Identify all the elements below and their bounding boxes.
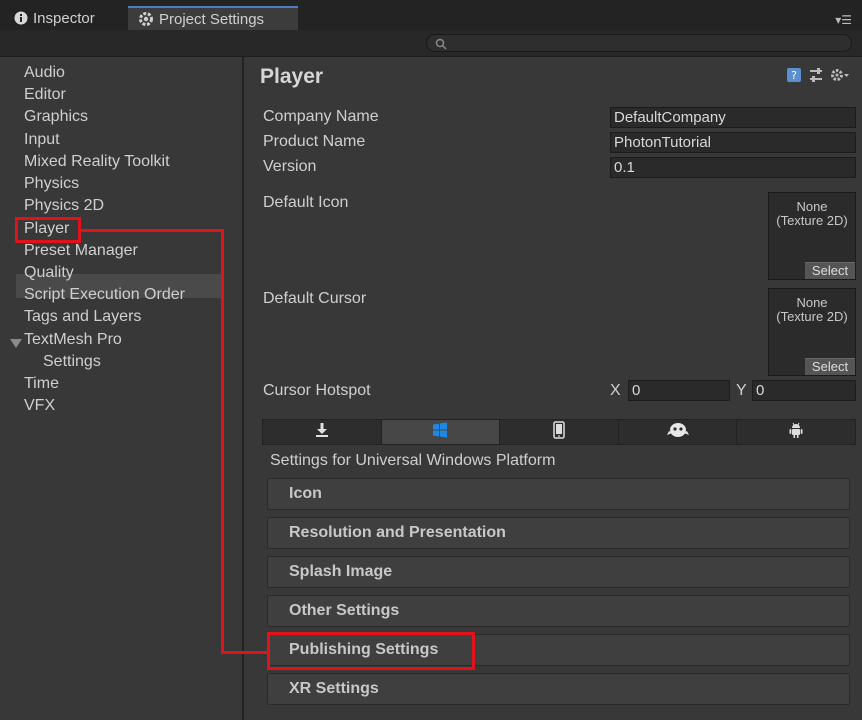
sidebar-item-time[interactable]: Time	[24, 375, 59, 393]
sidebar-item-quality[interactable]: Quality	[24, 264, 74, 282]
search-bar	[0, 30, 862, 57]
gear-icon	[138, 11, 154, 27]
version-label: Version	[263, 158, 317, 175]
help-book-icon[interactable]: ?	[786, 67, 802, 88]
sidebar-item-tags-and-layers[interactable]: Tags and Layers	[24, 308, 141, 326]
hotspot-y-label: Y	[736, 382, 747, 399]
product-name-label: Product Name	[263, 133, 366, 150]
annotation-line-vertical	[221, 229, 224, 654]
tab-project-settings[interactable]: Project Settings	[128, 6, 298, 30]
expand-triangle-icon[interactable]	[10, 339, 22, 348]
section-icon-label: Icon	[289, 485, 322, 502]
player-highlight-box	[15, 217, 81, 243]
platform-tab-webgl[interactable]	[618, 420, 738, 444]
webgl-icon	[666, 422, 689, 443]
section-xr-settings[interactable]: XR Settings	[267, 673, 850, 705]
platform-tab-uwp[interactable]	[381, 420, 501, 444]
annotation-line-horizontal-top	[81, 229, 224, 232]
default-icon-none-text: None	[796, 199, 828, 214]
section-resolution-and-presentation[interactable]: Resolution and Presentation	[267, 517, 850, 549]
page-title: Player	[260, 65, 324, 88]
default-cursor-type-text: (Texture 2D)	[776, 309, 848, 324]
section-other-label: Other Settings	[289, 602, 400, 619]
section-other-settings[interactable]: Other Settings	[267, 595, 850, 627]
settings-gear-icon[interactable]	[830, 67, 850, 88]
info-icon	[14, 11, 28, 25]
search-input[interactable]	[426, 34, 852, 52]
platform-tab-android[interactable]	[737, 420, 855, 444]
default-icon-slot[interactable]: None (Texture 2D) Select	[768, 192, 856, 280]
header-icons: ?	[786, 67, 850, 88]
default-icon-label: Default Icon	[263, 194, 349, 211]
section-icon[interactable]: Icon	[267, 478, 850, 510]
default-cursor-select-button[interactable]: Select	[805, 358, 855, 375]
platform-tab-standalone[interactable]	[263, 420, 382, 444]
tab-project-settings-label: Project Settings	[159, 10, 265, 28]
settings-sidebar: Audio Editor Graphics Input Mixed Realit…	[0, 57, 244, 720]
product-name-field[interactable]: PhotonTutorial	[610, 132, 856, 153]
sidebar-item-input[interactable]: Input	[24, 131, 60, 149]
platform-tab-ios[interactable]	[500, 420, 619, 444]
publishing-settings-highlight-box	[267, 632, 475, 670]
default-cursor-none-text: None	[796, 295, 828, 310]
section-splash-label: Splash Image	[289, 563, 393, 580]
svg-text:?: ?	[791, 69, 797, 82]
default-cursor-label: Default Cursor	[263, 290, 367, 307]
platform-settings-label: Settings for Universal Windows Platform	[270, 452, 556, 469]
android-icon	[789, 422, 803, 443]
search-icon	[435, 37, 447, 55]
default-icon-type-text: (Texture 2D)	[776, 213, 848, 228]
section-xr-label: XR Settings	[289, 680, 379, 697]
hotspot-x-label: X	[610, 382, 621, 399]
tab-inspector[interactable]: Inspector	[8, 6, 130, 30]
phone-icon	[553, 420, 565, 444]
tab-menu-icon[interactable]: ▾☰	[835, 13, 852, 27]
sidebar-item-physics-2d[interactable]: Physics 2D	[24, 197, 104, 215]
player-settings-panel: Player ? Company Name DefaultCompany Pro…	[244, 57, 862, 720]
hotspot-y-field[interactable]: 0	[752, 380, 856, 401]
sidebar-item-audio[interactable]: Audio	[24, 64, 65, 82]
sidebar-item-mixed-reality-toolkit[interactable]: Mixed Reality Toolkit	[24, 153, 170, 171]
hotspot-x-field[interactable]: 0	[628, 380, 730, 401]
sidebar-item-graphics[interactable]: Graphics	[24, 108, 88, 126]
default-cursor-slot[interactable]: None (Texture 2D) Select	[768, 288, 856, 376]
company-name-field[interactable]: DefaultCompany	[610, 107, 856, 128]
window-tab-bar: Inspector Project Settings ▾☰	[0, 0, 862, 30]
company-name-label: Company Name	[263, 108, 379, 125]
preset-sliders-icon[interactable]	[808, 67, 824, 88]
download-icon	[314, 422, 330, 443]
annotation-line-horizontal-bottom	[221, 651, 269, 654]
sidebar-item-editor[interactable]: Editor	[24, 86, 66, 104]
sidebar-item-script-execution-order[interactable]: Script Execution Order	[24, 286, 185, 304]
sidebar-item-textmesh-pro[interactable]: TextMesh Pro	[24, 331, 122, 349]
sidebar-item-physics[interactable]: Physics	[24, 175, 79, 193]
cursor-hotspot-label: Cursor Hotspot	[263, 382, 371, 399]
default-icon-select-button[interactable]: Select	[805, 262, 855, 279]
tab-inspector-label: Inspector	[33, 9, 95, 27]
sidebar-item-preset-manager[interactable]: Preset Manager	[24, 242, 138, 260]
sidebar-item-vfx[interactable]: VFX	[24, 397, 55, 415]
platform-tabs	[262, 419, 856, 445]
sidebar-item-textmesh-settings[interactable]: Settings	[43, 353, 101, 371]
section-resolution-label: Resolution and Presentation	[289, 524, 506, 541]
section-splash-image[interactable]: Splash Image	[267, 556, 850, 588]
version-field[interactable]: 0.1	[610, 157, 856, 178]
windows-icon	[432, 422, 448, 443]
